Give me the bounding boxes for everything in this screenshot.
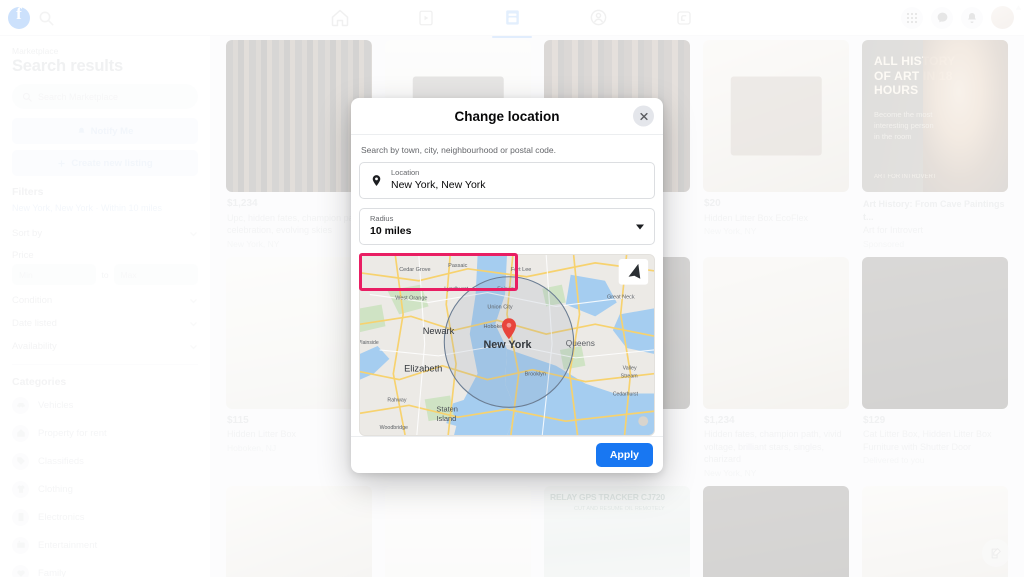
location-field-value: New York, New York bbox=[391, 178, 486, 191]
navigation-arrow-icon bbox=[618, 259, 649, 286]
change-location-dialog: Change location Search by town, city, ne… bbox=[351, 98, 663, 473]
svg-text:Valley: Valley bbox=[623, 366, 637, 372]
dialog-footer: Apply bbox=[351, 436, 663, 473]
svg-text:Fairview: Fairview bbox=[497, 287, 517, 293]
map-info-badge bbox=[638, 416, 649, 427]
svg-text:Passaic: Passaic bbox=[448, 263, 467, 269]
svg-text:Union City: Union City bbox=[487, 305, 513, 311]
dialog-body: Search by town, city, neighbourhood or p… bbox=[351, 135, 663, 437]
radius-field-text: Radius 10 miles bbox=[370, 215, 411, 238]
close-button[interactable] bbox=[633, 105, 654, 127]
search-hint-text: Search by town, city, neighbourhood or p… bbox=[361, 145, 556, 156]
location-pin-icon bbox=[372, 175, 381, 187]
svg-text:Woodbridge: Woodbridge bbox=[380, 425, 408, 431]
dialog-title: Change location bbox=[454, 108, 560, 124]
location-field-text: Location New York, New York bbox=[391, 169, 486, 192]
svg-text:Plainside: Plainside bbox=[360, 340, 379, 346]
location-field-label: Location bbox=[391, 168, 420, 178]
svg-text:West Orange: West Orange bbox=[395, 296, 427, 302]
svg-text:Cedar Grove: Cedar Grove bbox=[399, 267, 430, 273]
svg-text:Cedarhurst: Cedarhurst bbox=[613, 392, 639, 398]
apply-button[interactable]: Apply bbox=[595, 443, 653, 468]
svg-text:Elizabeth: Elizabeth bbox=[404, 364, 442, 374]
svg-text:Island: Island bbox=[436, 415, 456, 424]
radius-field-label: Radius bbox=[370, 214, 394, 224]
app-root: Marketplace Search results Search Market… bbox=[0, 0, 1024, 577]
close-icon bbox=[639, 112, 648, 120]
location-map[interactable]: Cedar Grove Passaic Fort Lee Lyndhurst F… bbox=[359, 254, 655, 437]
svg-text:Newark: Newark bbox=[423, 326, 455, 336]
svg-text:Rahway: Rahway bbox=[387, 398, 406, 404]
svg-text:Great Neck: Great Neck bbox=[607, 295, 635, 301]
svg-text:Queens: Queens bbox=[566, 338, 595, 348]
dialog-header: Change location bbox=[351, 98, 663, 136]
map-city-label: New York bbox=[483, 339, 532, 351]
chevron-down-icon bbox=[636, 224, 644, 230]
radius-field-value: 10 miles bbox=[370, 224, 412, 237]
radius-select-field[interactable]: Radius 10 miles bbox=[359, 208, 655, 246]
svg-text:Staten: Staten bbox=[436, 405, 457, 414]
svg-text:Lyndhurst: Lyndhurst bbox=[444, 287, 468, 293]
svg-text:Brooklyn: Brooklyn bbox=[525, 372, 546, 378]
svg-text:Stream: Stream bbox=[621, 374, 639, 380]
svg-text:Fort Lee: Fort Lee bbox=[511, 267, 531, 273]
map-canvas: Cedar Grove Passaic Fort Lee Lyndhurst F… bbox=[360, 255, 654, 436]
location-input-field[interactable]: Location New York, New York bbox=[359, 162, 655, 200]
